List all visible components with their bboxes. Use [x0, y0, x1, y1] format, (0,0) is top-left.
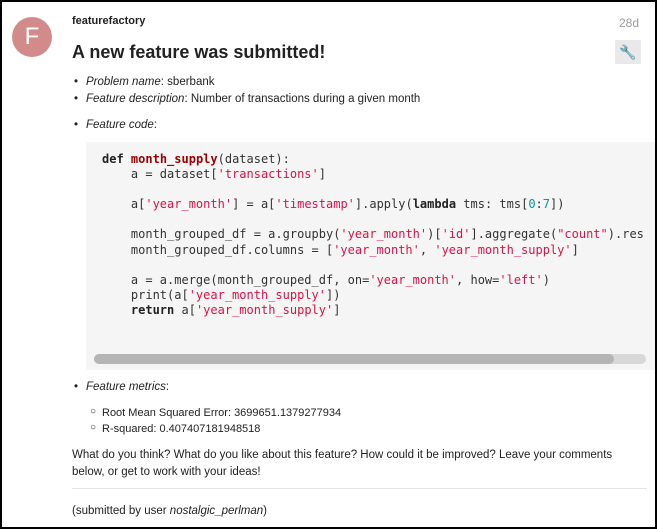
problem-label: Problem name: [86, 76, 161, 88]
scrollbar-thumb[interactable]: [94, 354, 614, 364]
metrics-label: Feature metrics: [86, 381, 166, 393]
description-label: Feature description: [86, 93, 185, 105]
wrench-icon[interactable]: 🔧: [615, 40, 641, 64]
list-item-problem: • Problem name: sberbank: [74, 76, 215, 88]
code-suffix: :: [153, 119, 157, 131]
submitted-suffix: ): [263, 505, 267, 517]
metrics-suffix: :: [165, 381, 170, 393]
list-item-description: • Feature description: Number of transac…: [74, 93, 421, 105]
bullet-icon: •: [74, 119, 79, 131]
divider: [72, 488, 647, 489]
submitted-by: (submitted by user nostalgic_perlman): [72, 505, 267, 517]
metric-r2-text: R-squared: 0.407407181948518: [102, 423, 261, 435]
list-item-code: • Feature code:: [74, 119, 157, 131]
closing-paragraph: What do you think? What do you like abou…: [72, 449, 613, 478]
bullet-icon: •: [74, 381, 79, 393]
post-age[interactable]: 28d: [619, 16, 639, 30]
code-scrollbar[interactable]: [94, 354, 646, 364]
description-value: : Number of transactions during a given …: [184, 93, 421, 105]
list-item-metrics: • Feature metrics:: [74, 381, 170, 393]
code-label: Feature code: [86, 119, 154, 131]
submitted-user[interactable]: nostalgic_perlman: [170, 505, 263, 517]
post-title: A new feature was submitted!: [72, 42, 326, 62]
circle-bullet-icon: ○: [90, 406, 97, 417]
bullet-icon: •: [74, 93, 79, 105]
problem-value: : sberbank: [160, 76, 215, 88]
code-block: def month_supply(dataset): a = dataset['…: [86, 142, 655, 370]
circle-bullet-icon: ○: [90, 422, 97, 433]
post-frame: F featurefactory 28d A new feature was s…: [2, 2, 655, 527]
username-link[interactable]: featurefactory: [72, 15, 145, 27]
metric-rmse: ○ Root Mean Squared Error: 3699651.13792…: [90, 406, 342, 419]
code-text: def month_supply(dataset): a = dataset['…: [102, 152, 644, 317]
metric-rmse-text: Root Mean Squared Error: 3699651.1379277…: [102, 407, 342, 419]
metric-r2: ○ R-squared: 0.407407181948518: [90, 422, 261, 435]
bullet-icon: •: [74, 76, 79, 88]
avatar[interactable]: F: [12, 17, 52, 57]
submitted-prefix: (submitted by user: [72, 505, 170, 517]
